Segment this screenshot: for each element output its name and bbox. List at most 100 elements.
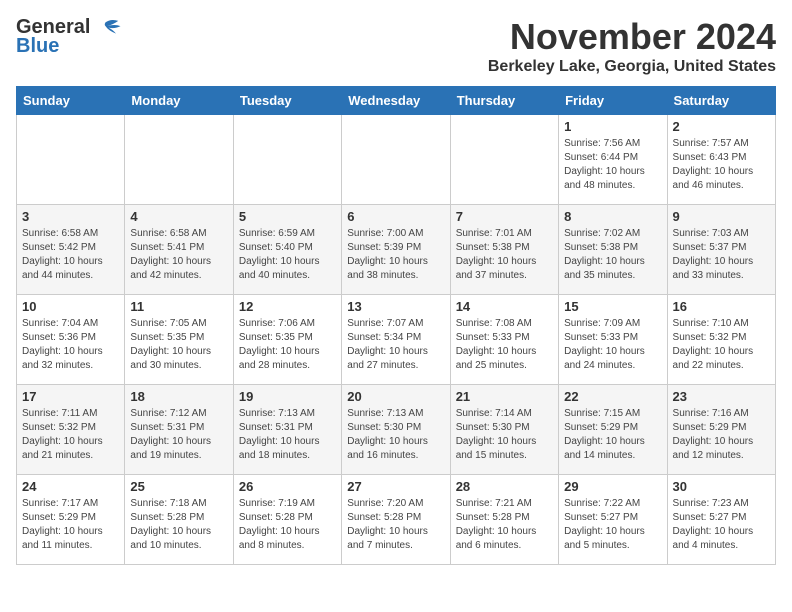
- day-detail: Sunrise: 7:57 AM Sunset: 6:43 PM Dayligh…: [673, 137, 770, 193]
- week-row-3: 10 Sunrise: 7:04 AM Sunset: 5:36 PM Dayli…: [17, 295, 776, 385]
- day-cell: 12 Sunrise: 7:06 AM Sunset: 5:35 PM Dayli…: [233, 295, 341, 385]
- day-cell: 14 Sunrise: 7:08 AM Sunset: 5:33 PM Dayli…: [450, 295, 558, 385]
- day-number: 21: [456, 389, 553, 404]
- day-cell: 3 Sunrise: 6:58 AM Sunset: 5:42 PM Daylig…: [17, 205, 125, 295]
- day-cell: [342, 115, 450, 205]
- day-number: 3: [22, 209, 119, 224]
- day-cell: 5Sunrise: 6:59 AM Sunset: 5:40 PM Daylig…: [233, 205, 341, 295]
- day-detail: Sunrise: 7:05 AM Sunset: 5:35 PM Dayligh…: [130, 317, 227, 373]
- day-cell: 15 Sunrise: 7:09 AM Sunset: 5:33 PM Dayli…: [559, 295, 667, 385]
- day-cell: 19 Sunrise: 7:13 AM Sunset: 5:31 PM Dayli…: [233, 385, 341, 475]
- day-detail: Sunrise: 6:58 AM Sunset: 5:42 PM Dayligh…: [22, 227, 119, 283]
- logo: General Blue: [16, 16, 122, 58]
- day-number: 25: [130, 479, 227, 494]
- week-row-4: 17 Sunrise: 7:11 AM Sunset: 5:32 PM Dayli…: [17, 385, 776, 475]
- day-cell: [125, 115, 233, 205]
- day-number: 14: [456, 299, 553, 314]
- day-cell: 26 Sunrise: 7:19 AM Sunset: 5:28 PM Dayli…: [233, 475, 341, 565]
- day-detail: Sunrise: 7:10 AM Sunset: 5:32 PM Dayligh…: [673, 317, 770, 373]
- col-header-saturday: Saturday: [667, 87, 775, 115]
- day-number: 29: [564, 479, 661, 494]
- day-detail: Sunrise: 7:08 AM Sunset: 5:33 PM Dayligh…: [456, 317, 553, 373]
- week-row-1: 1 Sunrise: 7:56 AM Sunset: 6:44 PM Daylig…: [17, 115, 776, 205]
- day-number: 13: [347, 299, 444, 314]
- day-detail: Sunrise: 7:15 AM Sunset: 5:29 PM Dayligh…: [564, 407, 661, 463]
- day-number: 28: [456, 479, 553, 494]
- day-cell: 23 Sunrise: 7:16 AM Sunset: 5:29 PM Dayli…: [667, 385, 775, 475]
- day-detail: Sunrise: 7:00 AM Sunset: 5:39 PM Dayligh…: [347, 227, 444, 283]
- day-cell: [450, 115, 558, 205]
- day-detail: Sunrise: 7:19 AM Sunset: 5:28 PM Dayligh…: [239, 497, 336, 553]
- col-header-friday: Friday: [559, 87, 667, 115]
- col-header-tuesday: Tuesday: [233, 87, 341, 115]
- day-number: 19: [239, 389, 336, 404]
- day-cell: 17 Sunrise: 7:11 AM Sunset: 5:32 PM Dayli…: [17, 385, 125, 475]
- day-detail: Sunrise: 7:11 AM Sunset: 5:32 PM Dayligh…: [22, 407, 119, 463]
- day-number: 18: [130, 389, 227, 404]
- week-row-2: 3 Sunrise: 6:58 AM Sunset: 5:42 PM Daylig…: [17, 205, 776, 295]
- day-cell: 18 Sunrise: 7:12 AM Sunset: 5:31 PM Dayli…: [125, 385, 233, 475]
- day-cell: 2Sunrise: 7:57 AM Sunset: 6:43 PM Daylig…: [667, 115, 775, 205]
- day-cell: 11 Sunrise: 7:05 AM Sunset: 5:35 PM Dayli…: [125, 295, 233, 385]
- day-cell: 16 Sunrise: 7:10 AM Sunset: 5:32 PM Dayli…: [667, 295, 775, 385]
- day-cell: 10 Sunrise: 7:04 AM Sunset: 5:36 PM Dayli…: [17, 295, 125, 385]
- day-number: 26: [239, 479, 336, 494]
- day-detail: Sunrise: 6:58 AM Sunset: 5:41 PM Dayligh…: [130, 227, 227, 283]
- day-detail: Sunrise: 7:16 AM Sunset: 5:29 PM Dayligh…: [673, 407, 770, 463]
- day-cell: 24 Sunrise: 7:17 AM Sunset: 5:29 PM Dayli…: [17, 475, 125, 565]
- day-detail: Sunrise: 7:22 AM Sunset: 5:27 PM Dayligh…: [564, 497, 661, 553]
- day-number: 10: [22, 299, 119, 314]
- day-number: 12: [239, 299, 336, 314]
- day-cell: [233, 115, 341, 205]
- day-cell: 9Sunrise: 7:03 AM Sunset: 5:37 PM Daylig…: [667, 205, 775, 295]
- day-detail: Sunrise: 7:03 AM Sunset: 5:37 PM Dayligh…: [673, 227, 770, 283]
- logo-blue-text: Blue: [16, 35, 59, 58]
- day-detail: Sunrise: 7:07 AM Sunset: 5:34 PM Dayligh…: [347, 317, 444, 373]
- day-number: 5: [239, 209, 336, 224]
- day-detail: Sunrise: 7:18 AM Sunset: 5:28 PM Dayligh…: [130, 497, 227, 553]
- day-detail: Sunrise: 7:06 AM Sunset: 5:35 PM Dayligh…: [239, 317, 336, 373]
- day-detail: Sunrise: 7:23 AM Sunset: 5:27 PM Dayligh…: [673, 497, 770, 553]
- day-detail: Sunrise: 7:20 AM Sunset: 5:28 PM Dayligh…: [347, 497, 444, 553]
- day-cell: 28 Sunrise: 7:21 AM Sunset: 5:28 PM Dayli…: [450, 475, 558, 565]
- day-cell: 27 Sunrise: 7:20 AM Sunset: 5:28 PM Dayli…: [342, 475, 450, 565]
- day-detail: Sunrise: 7:12 AM Sunset: 5:31 PM Dayligh…: [130, 407, 227, 463]
- title-area: November 2024 Berkeley Lake, Georgia, Un…: [488, 16, 776, 76]
- day-number: 27: [347, 479, 444, 494]
- day-number: 23: [673, 389, 770, 404]
- day-cell: 20 Sunrise: 7:13 AM Sunset: 5:30 PM Dayli…: [342, 385, 450, 475]
- day-detail: Sunrise: 7:13 AM Sunset: 5:31 PM Dayligh…: [239, 407, 336, 463]
- day-detail: Sunrise: 7:01 AM Sunset: 5:38 PM Dayligh…: [456, 227, 553, 283]
- day-cell: 21Sunrise: 7:14 AM Sunset: 5:30 PM Dayli…: [450, 385, 558, 475]
- day-number: 24: [22, 479, 119, 494]
- day-number: 17: [22, 389, 119, 404]
- day-number: 20: [347, 389, 444, 404]
- day-detail: Sunrise: 7:17 AM Sunset: 5:29 PM Dayligh…: [22, 497, 119, 553]
- day-cell: 25 Sunrise: 7:18 AM Sunset: 5:28 PM Dayli…: [125, 475, 233, 565]
- day-cell: 6Sunrise: 7:00 AM Sunset: 5:39 PM Daylig…: [342, 205, 450, 295]
- day-number: 4: [130, 209, 227, 224]
- day-number: 7: [456, 209, 553, 224]
- day-number: 16: [673, 299, 770, 314]
- day-detail: Sunrise: 7:04 AM Sunset: 5:36 PM Dayligh…: [22, 317, 119, 373]
- day-detail: Sunrise: 7:09 AM Sunset: 5:33 PM Dayligh…: [564, 317, 661, 373]
- day-number: 22: [564, 389, 661, 404]
- day-number: 11: [130, 299, 227, 314]
- day-cell: 29 Sunrise: 7:22 AM Sunset: 5:27 PM Dayli…: [559, 475, 667, 565]
- day-cell: 30 Sunrise: 7:23 AM Sunset: 5:27 PM Dayli…: [667, 475, 775, 565]
- day-number: 1: [564, 119, 661, 134]
- day-number: 8: [564, 209, 661, 224]
- header: General Blue November 2024 Berkeley Lake…: [16, 16, 776, 76]
- day-cell: 8Sunrise: 7:02 AM Sunset: 5:38 PM Daylig…: [559, 205, 667, 295]
- day-detail: Sunrise: 7:21 AM Sunset: 5:28 PM Dayligh…: [456, 497, 553, 553]
- day-number: 15: [564, 299, 661, 314]
- day-number: 30: [673, 479, 770, 494]
- day-cell: 7 Sunrise: 7:01 AM Sunset: 5:38 PM Daylig…: [450, 205, 558, 295]
- day-detail: Sunrise: 7:56 AM Sunset: 6:44 PM Dayligh…: [564, 137, 661, 193]
- day-detail: Sunrise: 7:13 AM Sunset: 5:30 PM Dayligh…: [347, 407, 444, 463]
- week-row-5: 24 Sunrise: 7:17 AM Sunset: 5:29 PM Dayli…: [17, 475, 776, 565]
- day-cell: 22 Sunrise: 7:15 AM Sunset: 5:29 PM Dayli…: [559, 385, 667, 475]
- day-cell: 13 Sunrise: 7:07 AM Sunset: 5:34 PM Dayli…: [342, 295, 450, 385]
- col-header-thursday: Thursday: [450, 87, 558, 115]
- header-row: SundayMondayTuesdayWednesdayThursdayFrid…: [17, 87, 776, 115]
